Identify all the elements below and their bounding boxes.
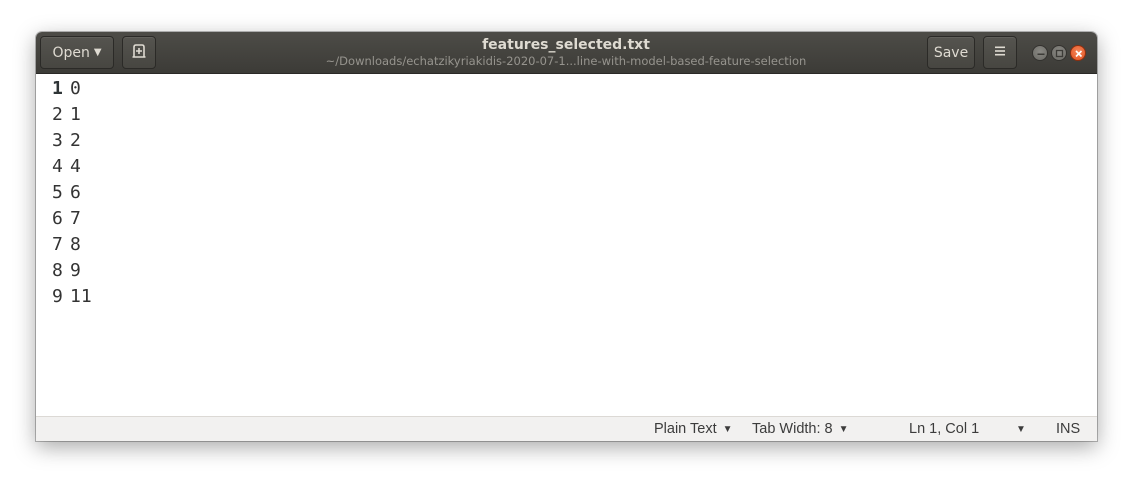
editor-line[interactable]: 67 (52, 206, 1097, 232)
editor-line[interactable]: 21 (52, 102, 1097, 128)
cursor-position-selector[interactable]: Ln 1, Col 1 (909, 420, 979, 438)
insert-mode-label: INS (1056, 421, 1081, 437)
header-bar: Open ▼ features_selected.txt ~/Downloads… (36, 32, 1097, 74)
cursor-position-dropdown[interactable]: ▼ (1016, 420, 1026, 439)
line-text: 8 (70, 234, 81, 255)
line-number: 8 (52, 260, 63, 281)
open-button[interactable]: Open ▼ (40, 36, 114, 69)
menu-button[interactable] (983, 36, 1017, 69)
chevron-down-icon: ▼ (838, 424, 849, 435)
cursor-position-label: Ln 1, Col 1 (909, 421, 980, 437)
chevron-down-icon: ▼ (93, 47, 102, 58)
line-text: 7 (70, 208, 81, 229)
language-selector[interactable]: Plain Text ▼ (654, 420, 733, 439)
minimize-icon (1037, 53, 1045, 55)
editor-window: Open ▼ features_selected.txt ~/Downloads… (36, 32, 1097, 441)
chevron-down-icon: ▼ (1016, 424, 1026, 435)
window-title: features_selected.txt (482, 37, 650, 53)
line-text: 1 (70, 104, 81, 125)
maximize-button[interactable] (1051, 45, 1067, 61)
line-text: 0 (70, 78, 81, 99)
tab-width-selector[interactable]: Tab Width: 8 ▼ (752, 420, 849, 439)
editor-line[interactable]: 56 (52, 180, 1097, 206)
minimize-button[interactable] (1032, 45, 1048, 61)
editor-line[interactable]: 9 11 (52, 284, 1097, 310)
title-area: features_selected.txt ~/Downloads/echatz… (286, 36, 846, 68)
line-number: 6 (52, 208, 63, 229)
line-text: 9 (70, 260, 81, 281)
line-number: 5 (52, 182, 63, 203)
new-tab-button[interactable] (122, 36, 156, 69)
close-icon (1075, 50, 1083, 58)
line-number: 9 (52, 286, 63, 307)
line-number: 7 (52, 234, 63, 255)
status-bar: Plain Text ▼ Tab Width: 8 ▼ Ln 1, Col 1 ▼ … (36, 416, 1097, 441)
insert-mode-indicator[interactable]: INS (1056, 420, 1080, 438)
language-label: Plain Text (654, 421, 717, 437)
chevron-down-icon: ▼ (722, 424, 733, 435)
editor-line[interactable]: 10 (52, 76, 1097, 102)
save-button[interactable]: Save (927, 36, 975, 69)
line-number: 1 (52, 78, 63, 99)
text-editor-area[interactable]: 1 0 2 1 3 2 4 4 5 6 6 7 7 8 8 9 9 11 (36, 74, 1097, 416)
file-path: ~/Downloads/echatzikyriakidis-2020-07-1.… (325, 54, 807, 68)
line-text: 4 (70, 156, 81, 177)
maximize-icon (1055, 49, 1064, 58)
hamburger-menu-icon (994, 45, 1006, 61)
open-button-label: Open (52, 44, 90, 61)
save-button-label: Save (933, 44, 969, 61)
editor-line[interactable]: 32 (52, 128, 1097, 154)
editor-line[interactable]: 89 (52, 258, 1097, 284)
new-document-icon (131, 43, 147, 63)
line-number: 3 (52, 130, 63, 151)
editor-line[interactable]: 78 (52, 232, 1097, 258)
line-text: 6 (70, 182, 81, 203)
line-number: 2 (52, 104, 63, 125)
tab-width-label: Tab Width: 8 (752, 421, 833, 437)
line-text: 11 (70, 286, 92, 307)
line-text: 2 (70, 130, 81, 151)
editor-line[interactable]: 44 (52, 154, 1097, 180)
close-button[interactable] (1070, 45, 1086, 61)
line-number: 4 (52, 156, 63, 177)
